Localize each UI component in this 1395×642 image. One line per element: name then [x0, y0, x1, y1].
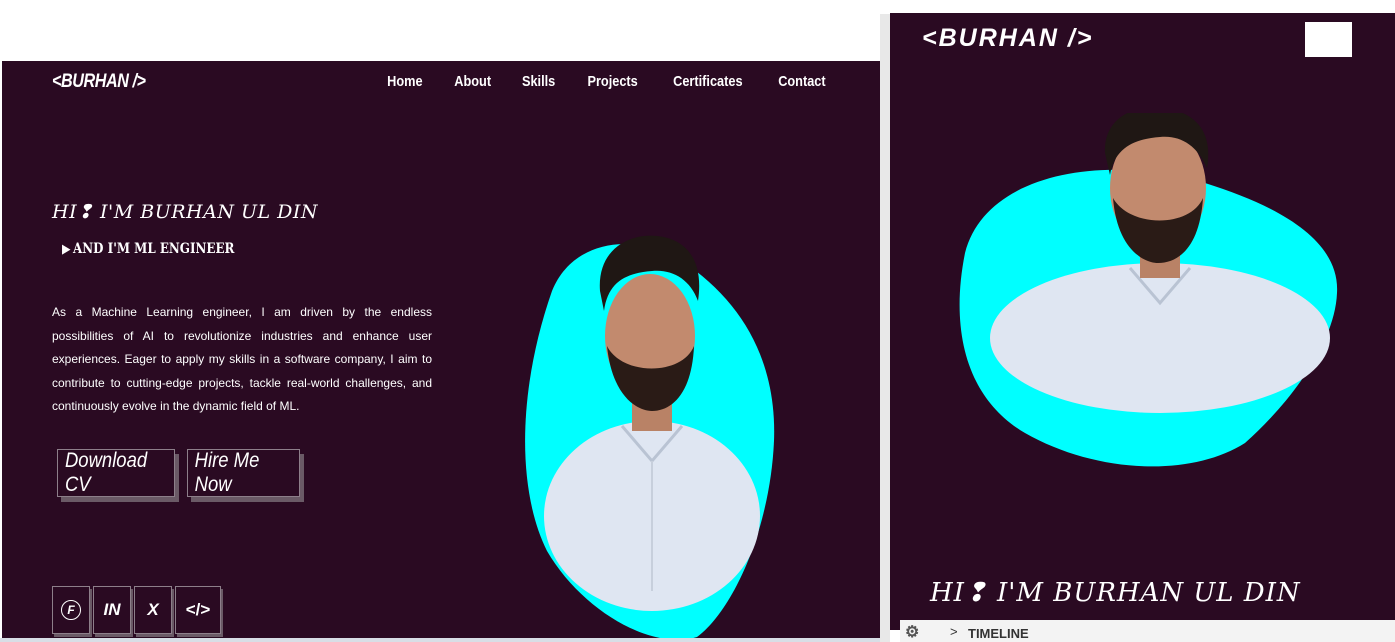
mobile-view: <BURHAN /> HI❢ I'M BURHAN UL DIN ➤ AND I…: [890, 13, 1395, 630]
gear-icon[interactable]: ⚙: [905, 622, 919, 642]
nav-contact[interactable]: Contact: [778, 73, 825, 90]
facebook-icon[interactable]: F: [52, 586, 90, 634]
menu-icon[interactable]: [1305, 22, 1352, 57]
mobile-logo[interactable]: <BURHAN />: [922, 24, 1093, 53]
chevron-right-icon[interactable]: >: [950, 624, 958, 639]
window-edge: [880, 14, 890, 642]
arrow-right-icon: ▶: [62, 242, 71, 257]
download-cv-label: Download CV: [64, 449, 148, 496]
hero-role: ▶ AND I'M ML ENGINEER: [62, 241, 234, 257]
nav-certificates[interactable]: Certificates: [674, 73, 743, 90]
nav-about[interactable]: About: [454, 73, 491, 90]
nav-skills[interactable]: Skills: [522, 73, 555, 90]
social-links: F IN X </>: [52, 586, 221, 634]
hero-role-text: AND I'M ML ENGINEER: [73, 241, 235, 257]
hero-greeting: HI❢ I'M BURHAN UL DIN: [52, 201, 319, 223]
timeline-label[interactable]: TIMELINE: [968, 626, 1029, 641]
desktop-view: <BURHAN /> Home About Skills Projects Ce…: [2, 61, 880, 638]
background-panel: ⚙ > TIMELINE: [900, 620, 1395, 642]
site-logo[interactable]: <BURHAN />: [52, 71, 146, 93]
nav-home[interactable]: Home: [387, 73, 422, 90]
main-nav: Home About Skills Projects Certificates …: [384, 73, 830, 90]
hire-me-button[interactable]: Hire Me Now: [187, 449, 300, 497]
bottom-bar: [0, 638, 880, 642]
nav-projects[interactable]: Projects: [588, 73, 638, 90]
x-icon[interactable]: X: [134, 586, 172, 634]
hero-portrait: [525, 235, 775, 638]
mobile-portrait-shirt: [990, 263, 1330, 413]
mobile-portrait: [959, 113, 1338, 467]
code-icon[interactable]: </>: [175, 586, 221, 634]
hero-bio: As a Machine Learning engineer, I am dri…: [52, 305, 432, 413]
linkedin-icon[interactable]: IN: [93, 586, 131, 634]
hire-me-label: Hire Me Now: [194, 449, 260, 496]
mobile-hero-greeting: HI❢ I'M BURHAN UL DIN: [930, 578, 1301, 608]
download-cv-button[interactable]: Download CV: [57, 449, 175, 497]
